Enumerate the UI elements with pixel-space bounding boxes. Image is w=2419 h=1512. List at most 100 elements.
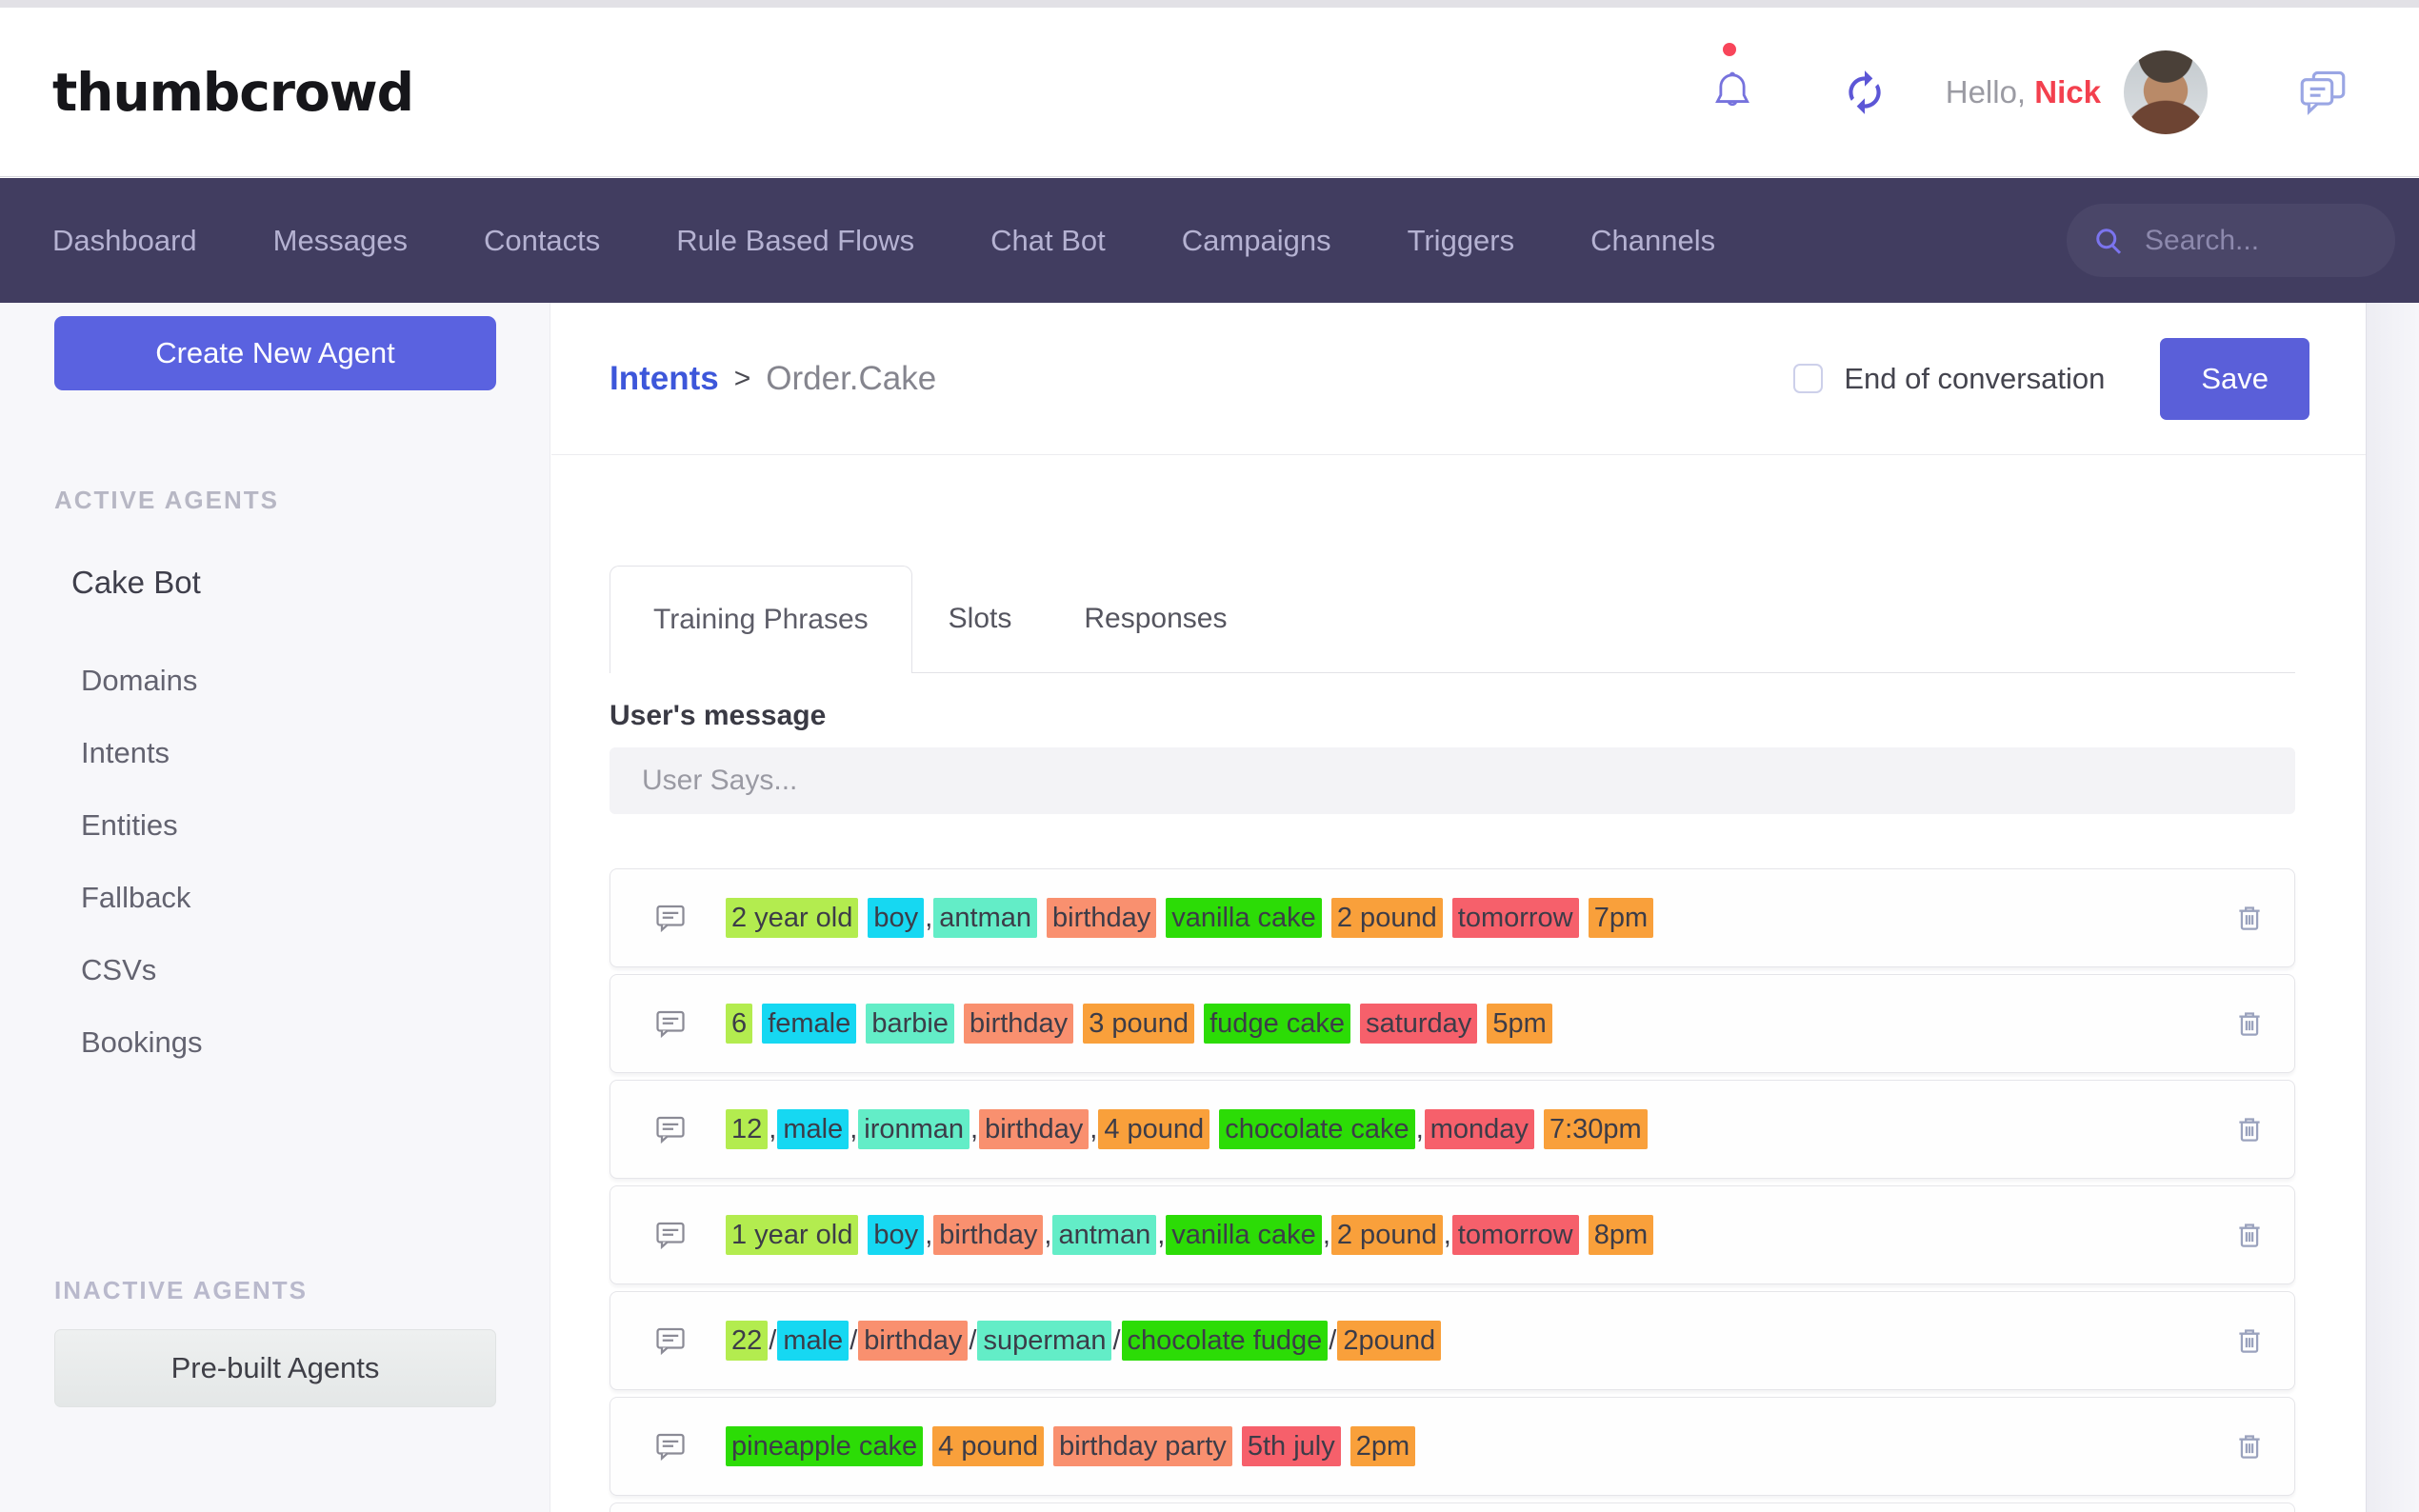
sync-button[interactable]	[1841, 69, 1889, 116]
nav-item-rule-based-flows[interactable]: Rule Based Flows	[676, 224, 914, 258]
token-age[interactable]: 2 year old	[726, 898, 858, 938]
bell-icon	[1708, 68, 1757, 117]
token-cake[interactable]: vanilla cake	[1166, 1215, 1322, 1255]
thumbcrowd-logo[interactable]: thumbcrowd	[52, 62, 413, 123]
phrase-segments: 1 year old boy,birthday,antman,vanilla c…	[726, 1213, 2233, 1257]
token-occasion[interactable]: birthday	[933, 1215, 1043, 1255]
search-icon	[2091, 224, 2126, 258]
token-character[interactable]: superman	[977, 1321, 1111, 1361]
token-occasion[interactable]: birthday	[979, 1109, 1089, 1149]
tab-training-phrases[interactable]: Training Phrases	[610, 566, 912, 673]
header-actions: Hello, Nick	[1708, 50, 2350, 134]
create-new-agent-button[interactable]: Create New Agent	[54, 316, 496, 390]
avatar[interactable]	[2124, 50, 2208, 134]
messages-button[interactable]	[2295, 65, 2350, 120]
phrase-row-partial	[610, 1502, 2295, 1512]
token-separator: ,	[1415, 1109, 1425, 1149]
trash-icon[interactable]	[2233, 902, 2266, 934]
token-occasion[interactable]: birthday party	[1053, 1426, 1232, 1466]
token-separator	[1350, 1004, 1360, 1044]
token-weight[interactable]: 2 pound	[1331, 1215, 1443, 1255]
token-cake[interactable]: fudge cake	[1204, 1004, 1350, 1044]
token-weight[interactable]: 4 pound	[932, 1426, 1044, 1466]
token-age[interactable]: 22	[726, 1321, 768, 1361]
token-occasion[interactable]: birthday	[964, 1004, 1073, 1044]
prebuilt-agents-button[interactable]: Pre-built Agents	[54, 1329, 496, 1407]
user-name: Nick	[2034, 74, 2101, 109]
token-cake[interactable]: vanilla cake	[1166, 898, 1322, 938]
trash-icon[interactable]	[2233, 1219, 2266, 1251]
tabbar-filler	[1263, 566, 2295, 673]
token-gender[interactable]: male	[777, 1109, 849, 1149]
token-occasion[interactable]: birthday	[858, 1321, 968, 1361]
token-age[interactable]: 6	[726, 1004, 752, 1044]
sidebar-item-fallback[interactable]: Fallback	[0, 881, 550, 915]
token-gender[interactable]: female	[762, 1004, 856, 1044]
token-separator	[858, 1215, 868, 1255]
breadcrumb-intents-link[interactable]: Intents	[610, 360, 719, 398]
sidebar-item-cake-bot[interactable]: Cake Bot	[0, 565, 550, 601]
user-says-input[interactable]	[610, 747, 2295, 814]
token-time[interactable]: 7pm	[1589, 898, 1653, 938]
token-day[interactable]: 5th july	[1242, 1426, 1341, 1466]
token-gender[interactable]: boy	[868, 898, 924, 938]
token-day[interactable]: monday	[1425, 1109, 1534, 1149]
token-cake[interactable]: pineapple cake	[726, 1426, 923, 1466]
token-character[interactable]: barbie	[866, 1004, 954, 1044]
nav-item-messages[interactable]: Messages	[273, 224, 408, 258]
token-weight[interactable]: 4 pound	[1098, 1109, 1210, 1149]
token-separator	[1194, 1004, 1204, 1044]
token-character[interactable]: antman	[933, 898, 1037, 938]
token-gender[interactable]: male	[777, 1321, 849, 1361]
nav-item-contacts[interactable]: Contacts	[484, 224, 600, 258]
token-age[interactable]: 12	[726, 1109, 768, 1149]
token-weight[interactable]: 2pound	[1337, 1321, 1441, 1361]
trash-icon[interactable]	[2233, 1324, 2266, 1357]
tab-responses[interactable]: Responses	[1048, 566, 1263, 673]
nav-item-campaigns[interactable]: Campaigns	[1182, 224, 1331, 258]
trash-icon[interactable]	[2233, 1113, 2266, 1145]
token-time[interactable]: 7:30pm	[1544, 1109, 1648, 1149]
token-time[interactable]: 8pm	[1589, 1215, 1653, 1255]
token-time[interactable]: 5pm	[1487, 1004, 1551, 1044]
save-button[interactable]: Save	[2160, 338, 2309, 420]
token-separator: /	[1328, 1321, 1337, 1361]
end-of-conversation-label: End of conversation	[1844, 362, 2105, 396]
nav-item-channels[interactable]: Channels	[1590, 224, 1715, 258]
trash-icon[interactable]	[2233, 1430, 2266, 1462]
token-cake[interactable]: chocolate fudge	[1122, 1321, 1329, 1361]
trash-icon[interactable]	[2233, 1007, 2266, 1040]
token-weight[interactable]: 3 pound	[1083, 1004, 1194, 1044]
token-character[interactable]: antman	[1052, 1215, 1156, 1255]
token-weight[interactable]: 2 pound	[1331, 898, 1443, 938]
end-of-conversation-checkbox[interactable]	[1793, 364, 1823, 393]
agent-subnav: Domains Intents Entities Fallback CSVs B…	[0, 664, 550, 1060]
sidebar-item-entities[interactable]: Entities	[0, 808, 550, 843]
token-gender[interactable]: boy	[868, 1215, 924, 1255]
nav-item-triggers[interactable]: Triggers	[1408, 224, 1515, 258]
search-input[interactable]	[2145, 225, 2370, 257]
token-character[interactable]: ironman	[858, 1109, 970, 1149]
nav-item-chat-bot[interactable]: Chat Bot	[990, 224, 1106, 258]
token-time[interactable]: 2pm	[1350, 1426, 1415, 1466]
message-icon	[653, 1323, 688, 1358]
phrase-row: 12,male,ironman,birthday,4 pound chocola…	[610, 1080, 2295, 1179]
token-separator	[1073, 1004, 1083, 1044]
sidebar-item-csvs[interactable]: CSVs	[0, 953, 550, 987]
token-day[interactable]: saturday	[1360, 1004, 1477, 1044]
scrollbar-track[interactable]	[2366, 303, 2419, 1512]
sidebar-item-domains[interactable]: Domains	[0, 664, 550, 698]
tab-slots[interactable]: Slots	[912, 566, 1049, 673]
token-day[interactable]: tomorrow	[1452, 898, 1579, 938]
notifications-button[interactable]	[1708, 68, 1757, 117]
token-cake[interactable]: chocolate cake	[1219, 1109, 1414, 1149]
active-agents-heading: ACTIVE AGENTS	[0, 486, 550, 515]
token-day[interactable]: tomorrow	[1452, 1215, 1579, 1255]
training-phrases-list: 2 year old boy, antman birthday vanilla c…	[610, 868, 2295, 1512]
nav-item-dashboard[interactable]: Dashboard	[52, 224, 197, 258]
sidebar-item-bookings[interactable]: Bookings	[0, 1025, 550, 1060]
sidebar-item-intents[interactable]: Intents	[0, 736, 550, 770]
phrase-segments: 2 year old boy,antman birthday vanilla c…	[726, 896, 2233, 940]
token-occasion[interactable]: birthday	[1047, 898, 1156, 938]
token-age[interactable]: 1 year old	[726, 1215, 858, 1255]
